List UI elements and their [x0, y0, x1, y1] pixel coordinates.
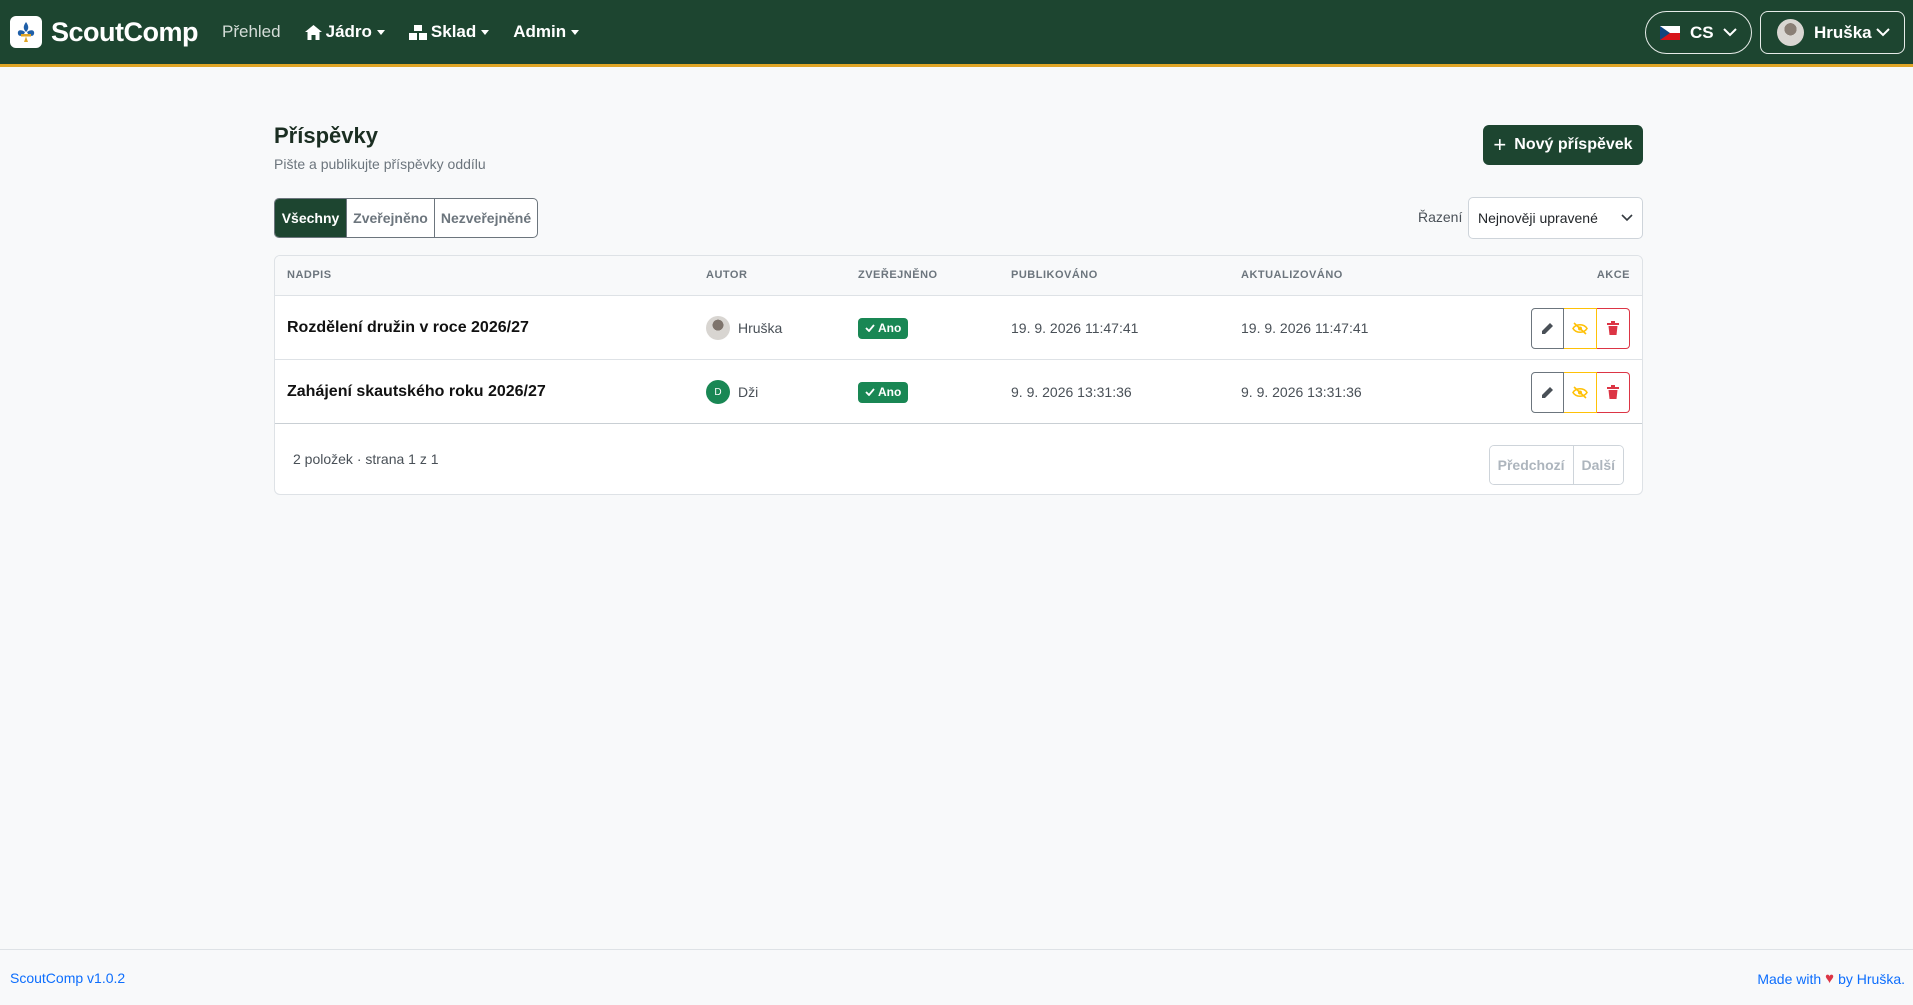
avatar [706, 316, 730, 340]
pencil-icon [1542, 322, 1553, 334]
eye-slash-icon [1572, 385, 1588, 399]
sort-label: Řazení [1418, 209, 1463, 225]
pencil-icon [1542, 386, 1553, 398]
delete-button[interactable] [1597, 371, 1630, 413]
nav-warehouse-dropdown[interactable]: Sklad [408, 22, 490, 42]
home-icon [304, 24, 322, 40]
nav-overview[interactable]: Přehled [222, 22, 281, 42]
pagination: Předchozí Další [1488, 445, 1624, 485]
credits[interactable]: Made with ♥ by Hruška. [1757, 970, 1905, 987]
row-actions [1531, 296, 1630, 360]
made-with-label: Made with [1757, 970, 1822, 987]
nav-core-dropdown[interactable]: Jádro [304, 22, 385, 42]
header-published[interactable]: ZVEŘEJNĚNO [858, 269, 938, 281]
avatar: D [706, 380, 730, 404]
pagination-summary: 2 položek · strana 1 z 1 [293, 451, 439, 467]
published-at: 9. 9. 2026 13:31:36 [1011, 384, 1132, 400]
brand[interactable]: ScoutComp [10, 16, 199, 48]
trash-icon [1607, 385, 1619, 399]
page-footer: ScoutComp v1.0.2 Made with ♥ by Hruška. [0, 949, 1913, 1005]
edit-button[interactable] [1531, 307, 1564, 349]
edit-button[interactable] [1531, 371, 1564, 413]
row-actions [1531, 360, 1630, 424]
fleur-de-lis-logo-icon [10, 16, 42, 48]
next-page-button[interactable]: Další [1572, 446, 1623, 484]
heart-icon: ♥ [1825, 970, 1835, 987]
nav-core-label: Jádro [325, 22, 372, 41]
caret-down-icon [376, 29, 385, 35]
published-badge-label: Ano [878, 321, 902, 335]
boxes-icon [408, 24, 427, 40]
check-icon [865, 324, 875, 332]
tab-all[interactable]: Všechny [275, 199, 346, 237]
language-code: CS [1690, 22, 1714, 42]
header-actions: AKCE [1596, 269, 1630, 281]
czech-flag-icon [1660, 25, 1680, 40]
published-cell: Ano [858, 360, 909, 424]
version-link[interactable]: ScoutComp v1.0.2 [10, 970, 125, 986]
trash-icon [1607, 321, 1619, 335]
tab-unpublished[interactable]: Nezveřejněné [434, 199, 537, 237]
credits-author: by Hruška. [1838, 970, 1905, 987]
author-name: Hruška [738, 320, 783, 336]
header-published-at[interactable]: PUBLIKOVÁNO [1011, 269, 1098, 281]
page-subtitle: Pište a publikujte příspěvky oddílu [274, 156, 486, 172]
updated-at: 19. 9. 2026 11:47:41 [1241, 320, 1369, 336]
header-title[interactable]: NADPIS [287, 269, 332, 281]
updated-at: 9. 9. 2026 13:31:36 [1241, 384, 1362, 400]
unpublish-button[interactable] [1564, 371, 1597, 413]
avatar [1777, 19, 1804, 46]
chevron-down-icon [1876, 28, 1890, 37]
published-badge-label: Ano [878, 385, 902, 399]
posts-table: NADPIS AUTOR ZVEŘEJNĚNO PUBLIKOVÁNO AKTU… [274, 255, 1643, 495]
sort-select[interactable]: Nejnověji upravené [1468, 197, 1643, 239]
plus-icon: + [1493, 132, 1507, 157]
table-footer: 2 položek · strana 1 z 1 Předchozí Další [275, 424, 1642, 494]
brand-name: ScoutComp [51, 16, 199, 47]
chevron-down-icon [1621, 214, 1633, 222]
caret-down-icon [571, 29, 580, 35]
published-badge: Ano [858, 317, 909, 339]
table-row: Rozdělení družin v roce 2026/27 Hruška A… [275, 296, 1642, 360]
sort-value: Nejnověji upravené [1478, 210, 1598, 226]
delete-button[interactable] [1597, 307, 1630, 349]
language-switcher[interactable]: CS [1645, 11, 1752, 54]
header-author[interactable]: AUTOR [706, 269, 747, 281]
author-name: Dži [738, 384, 759, 400]
table-row: Zahájení skautského roku 2026/27 D Dži A… [275, 360, 1642, 424]
user-name: Hruška [1814, 22, 1872, 42]
eye-slash-icon [1572, 321, 1588, 335]
header-updated-at[interactable]: AKTUALIZOVÁNO [1241, 269, 1343, 281]
post-author: Hruška [706, 296, 782, 360]
unpublish-button[interactable] [1564, 307, 1597, 349]
page-title: Příspěvky [274, 123, 378, 148]
tab-published[interactable]: Zveřejněno [346, 199, 434, 237]
caret-down-icon [481, 29, 490, 35]
post-title[interactable]: Zahájení skautského roku 2026/27 [287, 360, 546, 424]
chevron-down-icon [1723, 28, 1737, 37]
prev-page-button[interactable]: Předchozí [1489, 446, 1573, 484]
post-title[interactable]: Rozdělení družin v roce 2026/27 [287, 296, 529, 360]
new-post-label: Nový příspěvek [1514, 136, 1633, 153]
published-cell: Ano [858, 296, 909, 360]
top-navbar: ScoutComp Přehled Jádro Sklad Admin CS H… [0, 0, 1913, 67]
nav-admin-label: Admin [513, 22, 567, 41]
table-header: NADPIS AUTOR ZVEŘEJNĚNO PUBLIKOVÁNO AKTU… [275, 256, 1642, 296]
published-badge: Ano [858, 381, 909, 403]
check-icon [865, 388, 875, 396]
new-post-button[interactable]: + Nový příspěvek [1483, 125, 1643, 165]
nav-admin-dropdown[interactable]: Admin [513, 22, 580, 42]
nav-warehouse-label: Sklad [430, 22, 477, 41]
filter-tabs: Všechny Zveřejněno Nezveřejněné [274, 198, 538, 238]
published-at: 19. 9. 2026 11:47:41 [1011, 320, 1139, 336]
user-menu[interactable]: Hruška [1760, 11, 1905, 54]
post-author: D Dži [706, 360, 758, 424]
